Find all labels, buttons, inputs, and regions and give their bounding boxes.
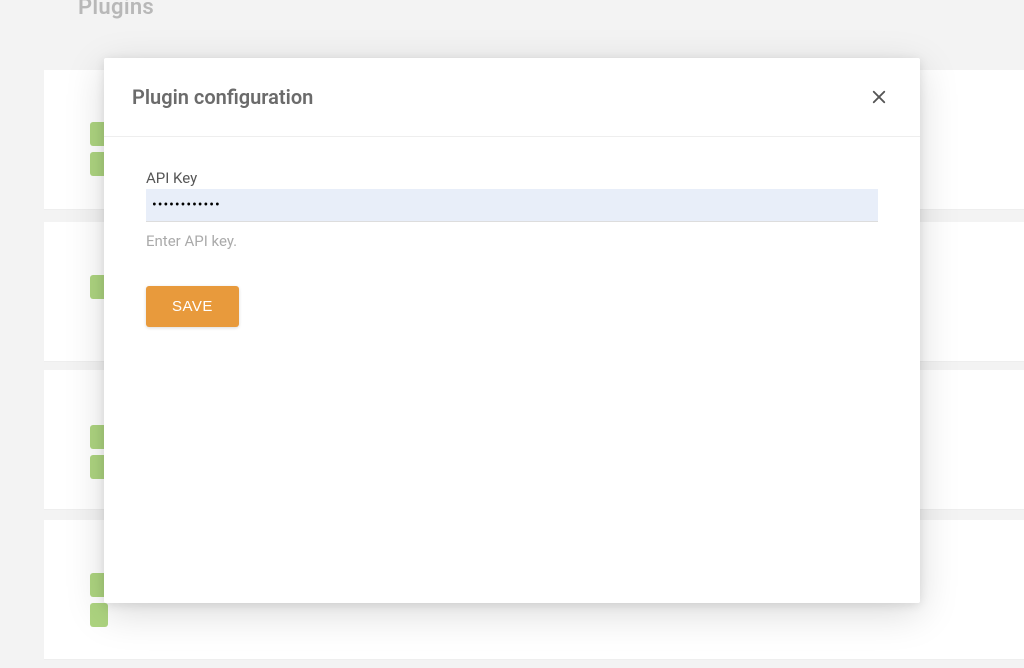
api-key-label: API Key: [146, 169, 878, 187]
close-button[interactable]: [866, 84, 892, 110]
save-button[interactable]: SAVE: [146, 286, 239, 327]
modal-title: Plugin configuration: [132, 85, 313, 109]
close-icon: [870, 88, 888, 106]
modal-header: Plugin configuration: [104, 58, 920, 137]
api-key-field-group: API Key Enter API key.: [146, 169, 878, 250]
api-key-input[interactable]: [146, 189, 878, 222]
plugin-config-modal: Plugin configuration API Key Enter API k…: [104, 58, 920, 603]
modal-overlay: Plugin configuration API Key Enter API k…: [0, 0, 1024, 668]
api-key-hint: Enter API key.: [146, 232, 878, 250]
modal-body: API Key Enter API key. SAVE: [104, 137, 920, 603]
